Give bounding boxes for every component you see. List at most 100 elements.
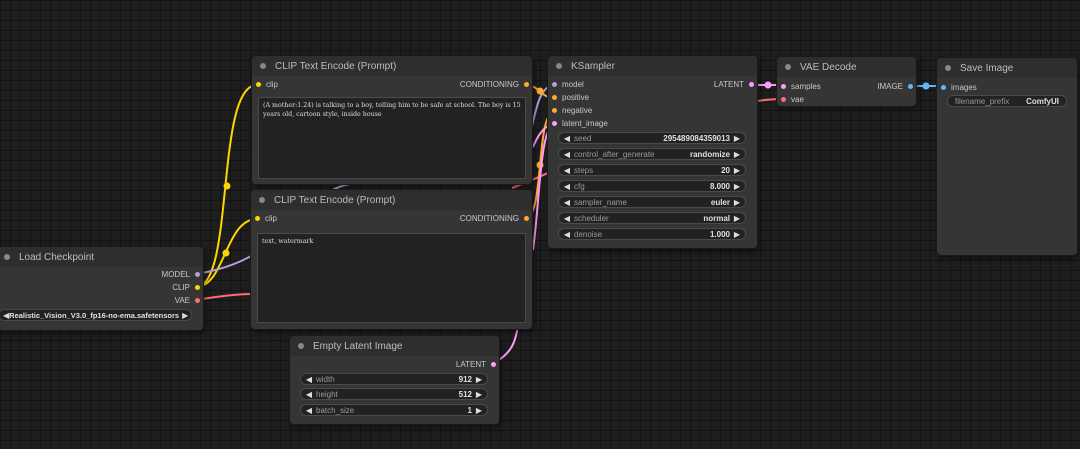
increment-arrow-icon[interactable]: ▶ <box>475 375 483 384</box>
model-input-dot-icon[interactable] <box>552 82 557 87</box>
slot-label: CLIP <box>172 283 190 292</box>
collapse-dot-icon[interactable] <box>945 65 951 71</box>
clip-input-dot-icon[interactable] <box>256 82 261 87</box>
prompt-textarea[interactable]: text, watermark <box>257 233 526 323</box>
node-title-bar[interactable]: Load Checkpoint <box>0 247 203 267</box>
clip-text-encode-positive-node[interactable]: CLIP Text Encode (Prompt) clip CONDITION… <box>252 56 532 184</box>
latent-output-dot-icon[interactable] <box>491 362 496 367</box>
input-slot-positive[interactable]: positive <box>552 93 589 102</box>
decrement-arrow-icon[interactable]: ◀ <box>305 375 313 384</box>
slot-label: latent_image <box>562 119 608 128</box>
empty-latent-image-node[interactable]: Empty Latent Image LATENT ◀ width 912 ▶ … <box>290 336 499 424</box>
input-slot-samples[interactable]: samples <box>781 82 821 91</box>
images-input-dot-icon[interactable] <box>941 85 946 90</box>
widget-ckpt-name[interactable]: ◀ Realistic_Vision_V3.0_fp16-no-ema.safe… <box>0 309 192 321</box>
widget-batch-size[interactable]: ◀ batch_size 1 ▶ <box>300 404 488 416</box>
output-slot-conditioning[interactable]: CONDITIONING <box>460 80 529 89</box>
vae-output-dot-icon[interactable] <box>195 298 200 303</box>
output-slot-latent[interactable]: LATENT <box>714 80 754 89</box>
output-slot-image[interactable]: IMAGE <box>877 82 913 91</box>
clip-output-dot-icon[interactable] <box>195 285 200 290</box>
decrement-arrow-icon[interactable]: ◀ <box>563 166 571 175</box>
collapse-dot-icon[interactable] <box>298 343 304 349</box>
widget-seed[interactable]: ◀ seed 295489084359013 ▶ <box>558 132 746 144</box>
collapse-dot-icon[interactable] <box>556 63 562 69</box>
widget-height[interactable]: ◀ height 512 ▶ <box>300 388 488 400</box>
input-slot-clip[interactable]: clip <box>256 80 278 89</box>
input-slot-latent-image[interactable]: latent_image <box>552 119 608 128</box>
decrement-arrow-icon[interactable]: ◀ <box>563 214 571 223</box>
node-title-bar[interactable]: CLIP Text Encode (Prompt) <box>251 190 532 210</box>
increment-arrow-icon[interactable]: ▶ <box>733 182 741 191</box>
decrement-arrow-icon[interactable]: ◀ <box>563 150 571 159</box>
positive-input-dot-icon[interactable] <box>552 95 557 100</box>
collapse-dot-icon[interactable] <box>785 64 791 70</box>
widget-width[interactable]: ◀ width 912 ▶ <box>300 373 488 385</box>
node-title: CLIP Text Encode (Prompt) <box>274 194 396 206</box>
increment-arrow-icon[interactable]: ▶ <box>475 406 483 415</box>
clip-input-dot-icon[interactable] <box>255 216 260 221</box>
node-title-bar[interactable]: Save Image <box>937 58 1077 78</box>
decrement-arrow-icon[interactable]: ◀ <box>563 198 571 207</box>
vae-input-dot-icon[interactable] <box>781 97 786 102</box>
decrement-arrow-icon[interactable]: ◀ <box>563 182 571 191</box>
conditioning-output-dot-icon[interactable] <box>524 216 529 221</box>
output-slot-latent[interactable]: LATENT <box>456 360 496 369</box>
node-title-bar[interactable]: KSampler <box>548 56 757 76</box>
input-slot-negative[interactable]: negative <box>552 106 592 115</box>
widget-control-after-generate[interactable]: ◀ control_after_generate randomize ▶ <box>558 148 746 160</box>
prompt-textarea[interactable]: (A mother:1.24) is talking to a boy, tel… <box>258 97 526 179</box>
increment-arrow-icon[interactable]: ▶ <box>182 311 188 320</box>
samples-input-dot-icon[interactable] <box>781 84 786 89</box>
widget-label: seed <box>574 133 592 143</box>
decrement-arrow-icon[interactable]: ◀ <box>563 230 571 239</box>
widget-label: control_after_generate <box>574 149 655 159</box>
clip-text-encode-negative-node[interactable]: CLIP Text Encode (Prompt) clip CONDITION… <box>251 190 532 329</box>
collapse-dot-icon[interactable] <box>260 63 266 69</box>
increment-arrow-icon[interactable]: ▶ <box>733 198 741 207</box>
output-slot-model[interactable]: MODEL <box>162 270 200 279</box>
wire-positive-midpoint <box>536 87 544 95</box>
increment-arrow-icon[interactable]: ▶ <box>733 230 741 239</box>
input-slot-clip[interactable]: clip <box>255 214 277 223</box>
save-image-node[interactable]: Save Image images filename_prefix ComfyU… <box>937 58 1077 255</box>
wire-clip-to-positive <box>195 84 258 288</box>
increment-arrow-icon[interactable]: ▶ <box>733 150 741 159</box>
output-slot-clip[interactable]: CLIP <box>172 283 200 292</box>
image-output-dot-icon[interactable] <box>908 84 913 89</box>
widget-label: denoise <box>574 229 603 239</box>
input-slot-vae[interactable]: vae <box>781 95 804 104</box>
ksampler-node[interactable]: KSampler model positive negative latent_… <box>548 56 757 248</box>
model-output-dot-icon[interactable] <box>195 272 200 277</box>
output-slot-vae[interactable]: VAE <box>175 296 200 305</box>
widget-denoise[interactable]: ◀ denoise 1.000 ▶ <box>558 228 746 240</box>
node-title-bar[interactable]: VAE Decode <box>777 57 916 77</box>
decrement-arrow-icon[interactable]: ◀ <box>305 406 313 415</box>
increment-arrow-icon[interactable]: ▶ <box>733 166 741 175</box>
output-slot-conditioning[interactable]: CONDITIONING <box>460 214 529 223</box>
collapse-dot-icon[interactable] <box>4 254 10 260</box>
conditioning-output-dot-icon[interactable] <box>524 82 529 87</box>
decrement-arrow-icon[interactable]: ◀ <box>305 390 313 399</box>
latent-output-dot-icon[interactable] <box>749 82 754 87</box>
widget-filename-prefix[interactable]: filename_prefix ComfyUI <box>947 95 1067 107</box>
widget-sampler-name[interactable]: ◀ sampler_name euler ▶ <box>558 196 746 208</box>
increment-arrow-icon[interactable]: ▶ <box>733 134 741 143</box>
increment-arrow-icon[interactable]: ▶ <box>475 390 483 399</box>
widget-value: randomize <box>689 149 730 159</box>
decrement-arrow-icon[interactable]: ◀ <box>563 134 571 143</box>
slot-label: LATENT <box>455 360 486 369</box>
negative-input-dot-icon[interactable] <box>552 108 557 113</box>
widget-cfg[interactable]: ◀ cfg 8.000 ▶ <box>558 180 746 192</box>
input-slot-model[interactable]: model <box>552 80 584 89</box>
load-checkpoint-node[interactable]: Load Checkpoint MODEL CLIP VAE ◀ Realist… <box>0 247 203 330</box>
node-title-bar[interactable]: CLIP Text Encode (Prompt) <box>252 56 532 76</box>
widget-scheduler[interactable]: ◀ scheduler normal ▶ <box>558 212 746 224</box>
node-title-bar[interactable]: Empty Latent Image <box>290 336 499 356</box>
collapse-dot-icon[interactable] <box>259 197 265 203</box>
input-slot-images[interactable]: images <box>941 83 977 92</box>
increment-arrow-icon[interactable]: ▶ <box>733 214 741 223</box>
latent-input-dot-icon[interactable] <box>552 121 557 126</box>
widget-steps[interactable]: ◀ steps 20 ▶ <box>558 164 746 176</box>
vae-decode-node[interactable]: VAE Decode samples vae IMAGE <box>777 57 916 106</box>
